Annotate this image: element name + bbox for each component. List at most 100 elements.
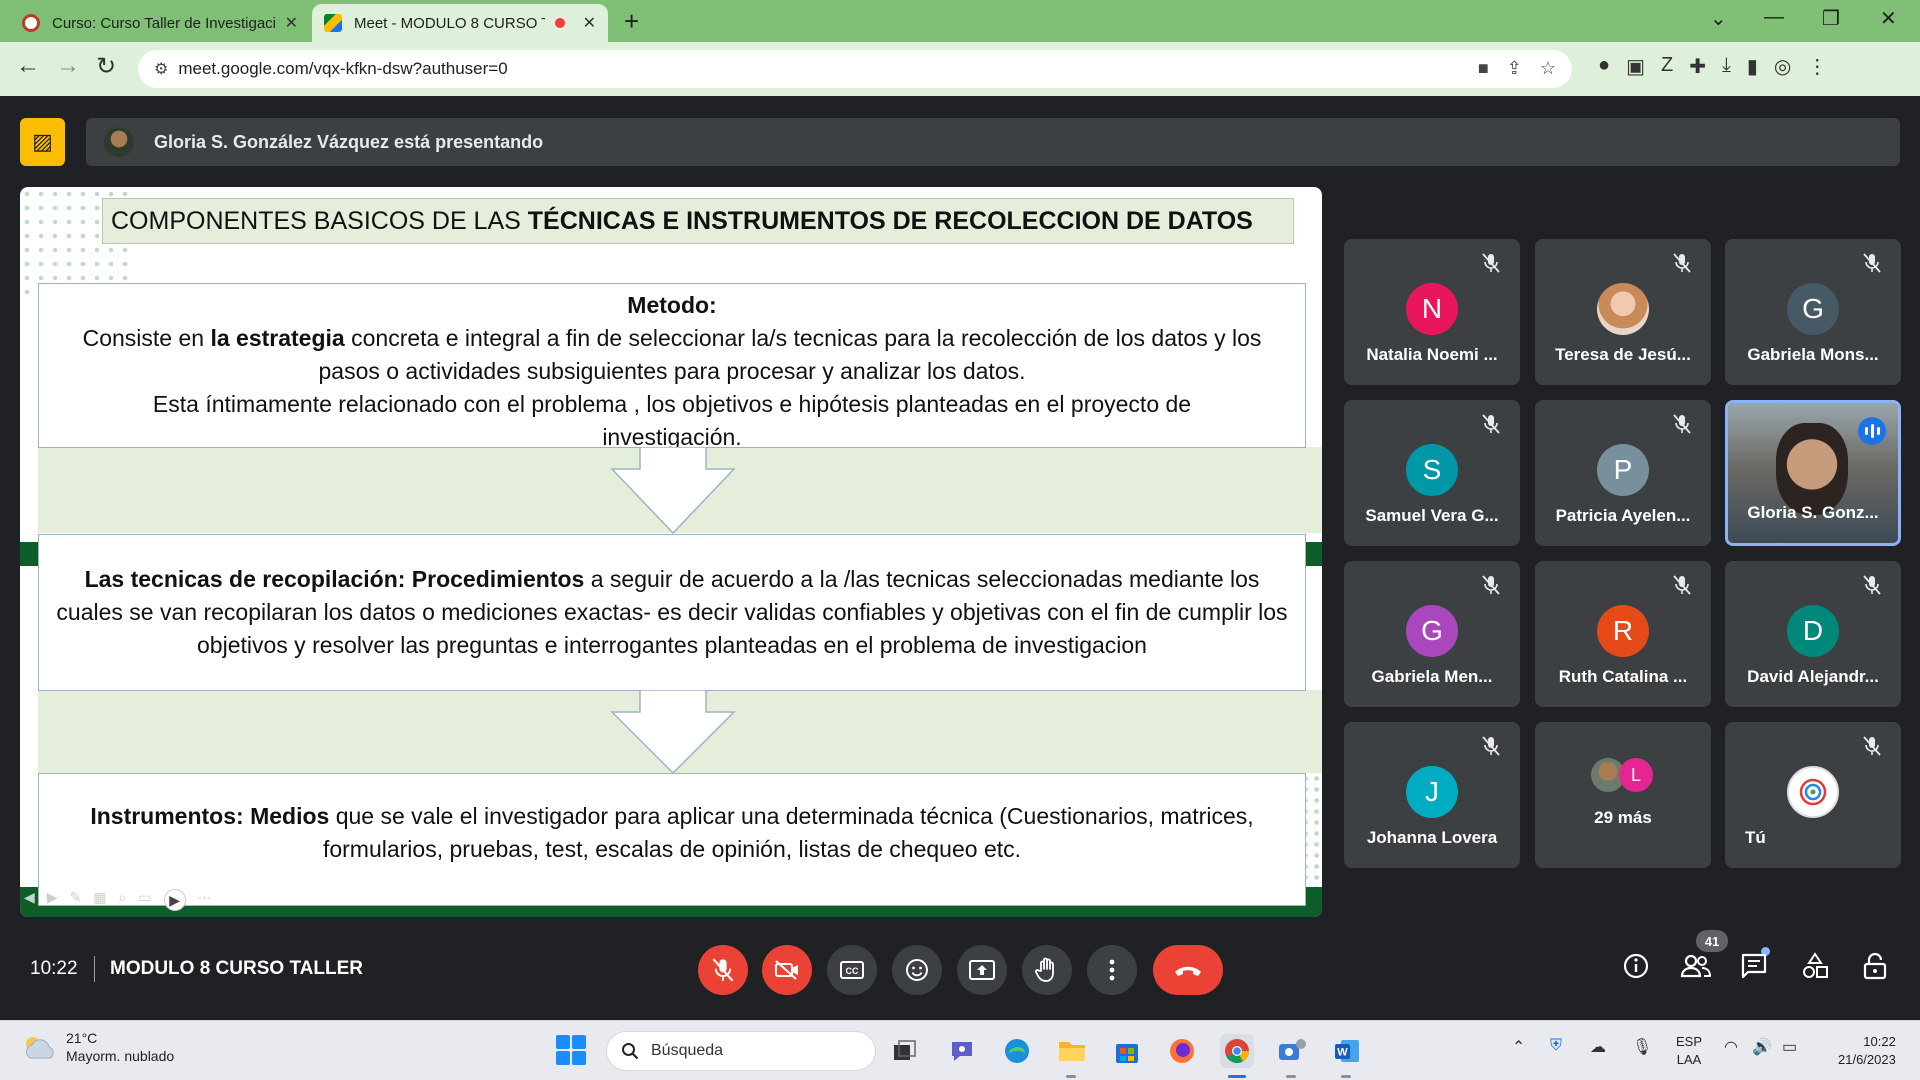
- firefox-icon[interactable]: [1165, 1034, 1199, 1068]
- prev-slide-icon[interactable]: ◀: [24, 889, 35, 911]
- reactions-button[interactable]: [892, 945, 942, 995]
- close-tab-icon[interactable]: ✕: [285, 13, 298, 33]
- forward-arrow-icon[interactable]: →: [56, 52, 80, 80]
- microphone-tray-icon[interactable]: 🎙: [1632, 1037, 1652, 1057]
- participant-tile[interactable]: D David Alejandr...: [1725, 561, 1901, 707]
- mic-off-icon: [1863, 575, 1881, 595]
- self-tile[interactable]: Tú: [1725, 722, 1901, 868]
- camera-icon[interactable]: ▶: [163, 889, 186, 911]
- tab-curso[interactable]: Curso: Curso Taller de Investigaci ✕: [10, 4, 310, 42]
- onedrive-cloud-icon[interactable]: ☁: [1590, 1037, 1606, 1057]
- divider: [94, 956, 95, 982]
- participant-tile[interactable]: G Gabriela Mons...: [1725, 239, 1901, 385]
- self-name: Tú: [1745, 828, 1766, 847]
- activities-icon[interactable]: [1801, 952, 1829, 980]
- show-hidden-icons-chevron-icon[interactable]: ⌃: [1512, 1037, 1525, 1057]
- participant-tile[interactable]: P Patricia Ayelen...: [1535, 400, 1711, 546]
- task-view-icon[interactable]: [888, 1034, 922, 1068]
- avatar: G: [1406, 605, 1458, 657]
- download-icon[interactable]: ⤓: [1722, 54, 1731, 79]
- site-info-icon[interactable]: ⚙: [154, 59, 168, 79]
- captions-button[interactable]: CC: [827, 945, 877, 995]
- extension-z-icon[interactable]: Z: [1661, 54, 1673, 79]
- edge-browser-icon[interactable]: [1000, 1034, 1034, 1068]
- next-slide-icon[interactable]: ▶: [47, 889, 58, 911]
- volume-icon[interactable]: 🔊: [1752, 1037, 1772, 1057]
- mic-off-icon: [1863, 736, 1881, 756]
- presenter-avatar: [104, 127, 134, 157]
- wifi-icon[interactable]: ◠: [1724, 1037, 1738, 1057]
- recording-indicator-icon: [552, 16, 567, 30]
- chrome-icon[interactable]: [1220, 1034, 1254, 1068]
- svg-text:CC: CC: [846, 966, 859, 976]
- microsoft-store-icon[interactable]: [1110, 1034, 1144, 1068]
- maximize-button[interactable]: ❐: [1822, 6, 1840, 31]
- defender-shield-icon[interactable]: ⛨: [1550, 1037, 1562, 1055]
- participant-name: David Alejandr...: [1747, 667, 1879, 686]
- address-bar[interactable]: ⚙ meet.google.com/vqx-kfkn-dsw?authuser=…: [138, 50, 1572, 88]
- input-language[interactable]: ESP LAA: [1676, 1033, 1702, 1069]
- back-arrow-icon[interactable]: ←: [16, 52, 40, 80]
- tab-search-button[interactable]: ⌄: [1710, 6, 1727, 31]
- browser-toolbar: ← → ↻ ⚙ meet.google.com/vqx-kfkn-dsw?aut…: [0, 42, 1920, 96]
- subtitles-icon[interactable]: ▭: [138, 889, 151, 911]
- participant-name: Patricia Ayelen...: [1555, 506, 1691, 525]
- participant-name: Johanna Lovera: [1366, 828, 1498, 847]
- participant-tile[interactable]: Teresa de Jesú...: [1535, 239, 1711, 385]
- browser-menu-icon[interactable]: ⋮: [1807, 54, 1827, 79]
- participant-tile[interactable]: S Samuel Vera G...: [1344, 400, 1520, 546]
- participant-tile[interactable]: N Natalia Noemi ...: [1344, 239, 1520, 385]
- battery-icon[interactable]: ▭: [1782, 1037, 1797, 1057]
- weather-widget[interactable]: 21°C Mayorm. nublado: [22, 1029, 174, 1065]
- teams-chat-icon[interactable]: [945, 1034, 979, 1068]
- slides-grid-icon[interactable]: ▦: [93, 889, 106, 911]
- side-panel-icon[interactable]: ▮: [1747, 54, 1758, 79]
- meeting-details-icon[interactable]: [1622, 952, 1650, 980]
- stop-presenting-icon[interactable]: ▨: [20, 118, 65, 166]
- new-tab-button[interactable]: +: [624, 6, 639, 37]
- taskbar-search[interactable]: Búsqueda: [606, 1031, 876, 1071]
- windows-start-icon[interactable]: [556, 1035, 586, 1065]
- avatar: N: [1406, 283, 1458, 335]
- people-icon[interactable]: [1680, 952, 1712, 980]
- profile-avatar[interactable]: ◎: [1774, 54, 1791, 79]
- minimize-button[interactable]: —: [1764, 6, 1784, 29]
- zoom-icon[interactable]: ⌕: [119, 889, 127, 911]
- camera-app-icon[interactable]: [1275, 1034, 1309, 1068]
- participant-tile-speaking[interactable]: Gloria S. Gonz...: [1725, 400, 1901, 546]
- more-options-icon[interactable]: ⋯: [198, 889, 212, 911]
- reload-icon[interactable]: ↻: [96, 52, 116, 81]
- word-icon[interactable]: W: [1330, 1034, 1364, 1068]
- extension-screen-icon[interactable]: ▣: [1626, 54, 1645, 79]
- open-app-indicator: [1286, 1075, 1296, 1078]
- extension-owl-icon[interactable]: ●: [1598, 54, 1610, 79]
- more-options-button[interactable]: [1087, 945, 1137, 995]
- tab-meet[interactable]: Meet - MODULO 8 CURSO T ✕: [312, 4, 608, 42]
- system-clock[interactable]: 10:22 21/6/2023: [1838, 1033, 1896, 1069]
- participant-tile[interactable]: J Johanna Lovera: [1344, 722, 1520, 868]
- close-tab-icon[interactable]: ✕: [583, 13, 596, 33]
- participant-tile[interactable]: R Ruth Catalina ...: [1535, 561, 1711, 707]
- leave-call-button[interactable]: [1153, 945, 1223, 995]
- raise-hand-button[interactable]: [1022, 945, 1072, 995]
- more-participants-tile[interactable]: L 29 más: [1535, 722, 1711, 868]
- weather-temp: 21°C: [66, 1030, 98, 1046]
- instrumentos-box: Instrumentos: Medios que se vale el inve…: [38, 773, 1306, 906]
- pen-icon[interactable]: ✎: [70, 889, 82, 911]
- institution-logo-icon: [1799, 778, 1827, 806]
- emoji-icon: [906, 959, 928, 981]
- camera-in-use-icon[interactable]: ■: [1478, 58, 1489, 79]
- file-explorer-icon[interactable]: [1055, 1034, 1089, 1068]
- close-window-button[interactable]: ✕: [1880, 6, 1897, 31]
- bookmark-star-icon[interactable]: ☆: [1540, 58, 1556, 79]
- participant-tile[interactable]: G Gabriela Men...: [1344, 561, 1520, 707]
- more-participants-avatars: L: [1591, 758, 1661, 792]
- present-screen-button[interactable]: [957, 945, 1007, 995]
- host-controls-lock-icon[interactable]: [1862, 952, 1888, 980]
- mic-off-icon: [1673, 414, 1691, 434]
- extensions-puzzle-icon[interactable]: ✚: [1689, 54, 1706, 79]
- microphone-toggle-button[interactable]: [698, 945, 748, 995]
- share-icon[interactable]: ⇪: [1507, 58, 1522, 79]
- camera-toggle-button[interactable]: [762, 945, 812, 995]
- chat-icon[interactable]: [1740, 952, 1768, 980]
